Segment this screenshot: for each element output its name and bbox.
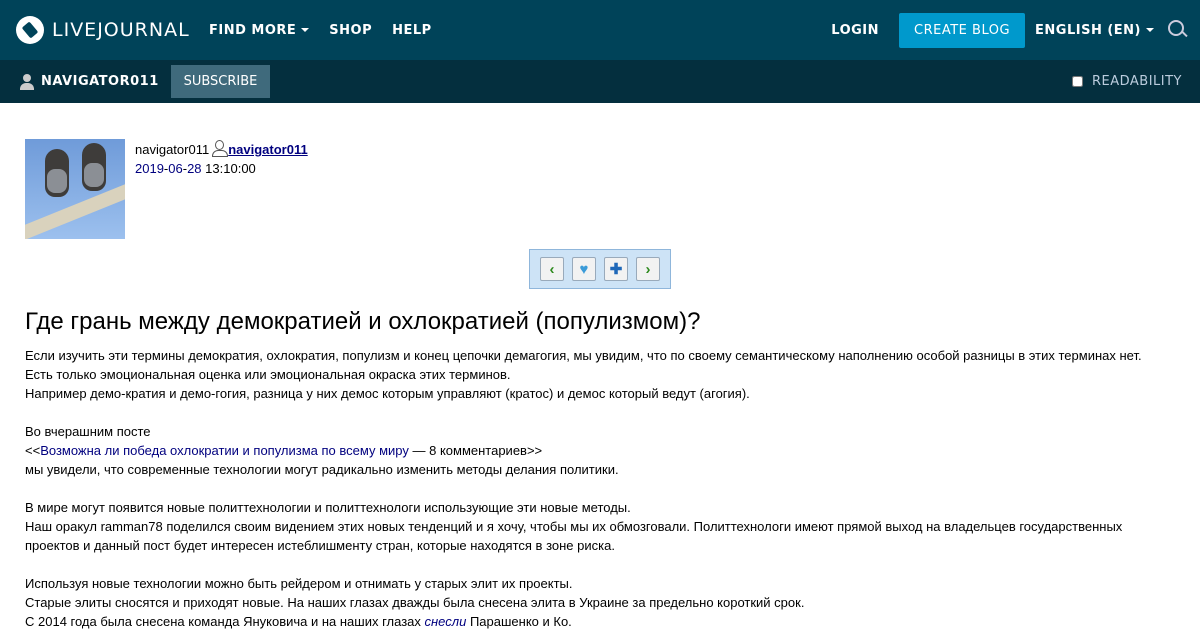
caret-down-icon	[1146, 28, 1154, 32]
entry-navigation-box: ‹ ♥ ✚ ›	[529, 249, 671, 289]
entry-title: Где грань между демократией и охлократие…	[25, 308, 701, 335]
main-nav: FIND MORE SHOP HELP	[209, 0, 452, 60]
livejournal-logo[interactable]: LIVEJOURNAL	[16, 15, 190, 45]
body-paragraph-with-link: <<Возможна ли победа охлократии и попули…	[25, 441, 1165, 460]
search-icon[interactable]	[1166, 19, 1188, 41]
entry-body: Если изучить эти термины демократия, охл…	[25, 346, 1165, 631]
body-paragraph: Во вчерашним посте	[25, 424, 151, 439]
topbar-right: LOGIN CREATE BLOG ENGLISH (EN)	[831, 0, 1200, 60]
readability-toggle[interactable]: READABILITY	[1071, 60, 1182, 103]
body-paragraph: Например демо-кратия и демо-гогия, разни…	[25, 386, 750, 401]
nav-find-more-label: FIND MORE	[209, 22, 297, 38]
subscribe-button[interactable]: SUBSCRIBE	[171, 65, 270, 98]
chevron-left-icon[interactable]: ‹	[540, 257, 564, 281]
body-paragraph: мы увидели, что современные технологии м…	[25, 462, 619, 477]
user-journal-icon[interactable]	[212, 140, 229, 157]
login-link[interactable]: LOGIN	[831, 23, 879, 38]
avatar-branch	[25, 175, 125, 239]
body-paragraph: В мире могут появится новые политтехноло…	[25, 500, 631, 515]
author-plain: navigator011	[135, 142, 210, 157]
plus-icon[interactable]: ✚	[604, 257, 628, 281]
caret-down-icon	[301, 28, 310, 32]
nav-help[interactable]: HELP	[392, 23, 432, 38]
readability-label: READABILITY	[1091, 74, 1182, 89]
link-prefix: <<	[25, 443, 41, 458]
logo-text: LIVEJOURNAL	[52, 19, 190, 41]
date-month-link[interactable]: 06	[168, 161, 182, 176]
avatar-bird	[82, 143, 106, 191]
previous-post-link[interactable]: Возможна ли победа охлократии и популизм…	[40, 443, 409, 458]
entry-meta: navigator011 navigator011 2019-06-28 13:1…	[135, 140, 308, 178]
chevron-right-icon[interactable]: ›	[636, 257, 660, 281]
body-paragraph: Используя новые технологии можно быть ре…	[25, 576, 573, 591]
language-selector[interactable]: ENGLISH (EN)	[1035, 23, 1154, 38]
body-paragraph: Наш оракул ramman78 поделился своим виде…	[25, 519, 1123, 553]
body-paragraph: Старые элиты сносятся и приходят новые. …	[25, 595, 805, 610]
entry-date: 2019-06-28 13:10:00	[135, 161, 256, 176]
body-paragraph-with-link: С 2014 года была снесена команда Янукови…	[25, 612, 1165, 631]
snesli-link[interactable]: снесли	[425, 614, 467, 629]
link-suffix: — 8 комментариев>>	[408, 443, 543, 458]
body-paragraph: Есть только эмоциональная оценка или эмо…	[25, 367, 511, 382]
journal-user[interactable]: NAVIGATOR011	[20, 60, 159, 103]
nav-shop[interactable]: SHOP	[329, 23, 372, 38]
link-suffix: Парашенко и Ко.	[466, 614, 572, 629]
link-prefix: С 2014 года была снесена команда Янукови…	[25, 614, 425, 629]
user-icon	[20, 73, 34, 90]
body-paragraph: Если изучить эти термины демократия, охл…	[25, 348, 1142, 363]
user-avatar	[25, 139, 125, 239]
author-link[interactable]: navigator011	[228, 142, 308, 157]
nav-find-more[interactable]: FIND MORE	[209, 22, 310, 38]
top-navbar: LIVEJOURNAL FIND MORE SHOP HELP LOGIN CR…	[0, 0, 1200, 60]
heart-icon[interactable]: ♥	[572, 257, 596, 281]
avatar-bird	[45, 149, 69, 197]
date-day-link[interactable]: 28	[187, 161, 201, 176]
create-blog-button[interactable]: CREATE BLOG	[899, 12, 1026, 48]
date-year-link[interactable]: 2019	[135, 161, 164, 176]
readability-checkbox[interactable]	[1071, 76, 1083, 87]
entry-time: 13:10:00	[205, 161, 256, 176]
journal-subbar: NAVIGATOR011 SUBSCRIBE READABILITY	[0, 60, 1200, 103]
livejournal-logo-icon	[16, 16, 44, 44]
journal-username: NAVIGATOR011	[41, 74, 159, 89]
entry-author-line: navigator011 navigator011	[135, 140, 308, 159]
language-label: ENGLISH (EN)	[1035, 22, 1141, 38]
